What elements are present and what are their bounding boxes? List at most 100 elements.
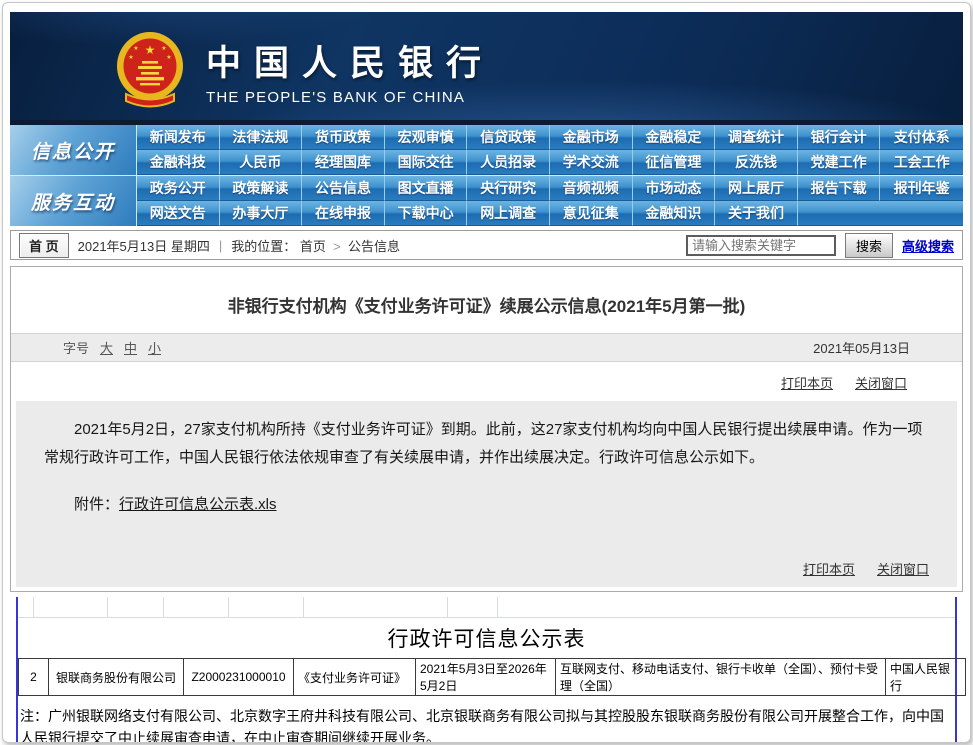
site-banner: ★ ★ ★ ★ ★ 中国人民银行 THE PEOPLE'S BANK OF CH…	[10, 12, 963, 120]
nav-label-info-disclosure[interactable]: 信息公开	[10, 125, 137, 175]
nav-item[interactable]: 政策解读	[220, 176, 303, 201]
nav-item[interactable]: 政务公开	[137, 176, 220, 201]
grid-cell	[229, 597, 304, 617]
spreadsheet-header-row	[18, 597, 955, 618]
nav-item[interactable]: 报刊年鉴	[880, 176, 963, 201]
article-paragraph: 2021年5月2日，27家支付机构所持《支付业务许可证》到期。此前，这27家支付…	[44, 416, 929, 472]
nav-item[interactable]: 关于我们	[715, 201, 798, 226]
nav-item[interactable]: 央行研究	[467, 176, 550, 201]
site-title-en: THE PEOPLE'S BANK OF CHINA	[206, 89, 494, 106]
article-panel: 非银行支付机构《支付业务许可证》续展公示信息(2021年5月第一批) 字号 大 …	[10, 266, 963, 592]
table-row: 2 银联商务股份有限公司 Z2000231000010 《支付业务许可证》 20…	[19, 659, 966, 696]
nav-item[interactable]: 支付体系	[880, 125, 963, 150]
nav-item[interactable]: 金融科技	[137, 150, 220, 175]
grid-cell	[448, 597, 498, 617]
pbc-emblem-icon: ★ ★ ★ ★ ★	[114, 30, 186, 110]
nav-item[interactable]: 公告信息	[302, 176, 385, 201]
grid-cell	[304, 597, 448, 617]
nav-section-info: 信息公开 新闻发布法律法规货币政策宏观审慎信贷政策金融市场金融稳定调查统计银行会…	[10, 125, 963, 175]
nav-item[interactable]: 市场动态	[633, 176, 716, 201]
nav-item[interactable]: 办事大厅	[220, 201, 303, 226]
nav-item[interactable]: 金融知识	[633, 201, 716, 226]
nav-grid-info: 新闻发布法律法规货币政策宏观审慎信贷政策金融市场金融稳定调查统计银行会计支付体系…	[137, 125, 963, 175]
nav-item[interactable]: 人民币	[220, 150, 303, 175]
cell-company: 银联商务股份有限公司	[49, 659, 184, 696]
spreadsheet-preview: 行政许可信息公示表 2 银联商务股份有限公司 Z2000231000010 《支…	[16, 597, 957, 743]
nav-item[interactable]: 网送文告	[137, 201, 220, 226]
nav-section-service: 服务互动 政务公开政策解读公告信息图文直播央行研究音频视频市场动态网上展厅报告下…	[10, 175, 963, 226]
nav-item[interactable]: 网上展厅	[715, 176, 798, 201]
print-page-link-bottom[interactable]: 打印本页	[803, 559, 855, 578]
nav-item[interactable]: 图文直播	[385, 176, 468, 201]
nav-item[interactable]: 工会工作	[880, 150, 963, 175]
nav-item[interactable]: 法律法规	[220, 125, 303, 150]
svg-text:★: ★	[145, 43, 156, 57]
nav-item[interactable]: 征信管理	[633, 150, 716, 175]
home-button[interactable]: 首 页	[19, 233, 69, 258]
nav-item[interactable]: 意见征集	[550, 201, 633, 226]
cell-cert-name: 《支付业务许可证》	[294, 659, 416, 696]
nav-item[interactable]: 货币政策	[302, 125, 385, 150]
nav-cell-empty	[798, 201, 881, 226]
nav-label-service-interaction[interactable]: 服务互动	[10, 176, 137, 226]
nav-item[interactable]: 下载中心	[385, 201, 468, 226]
site-title-cn: 中国人民银行	[206, 35, 494, 86]
article-date: 2021年05月13日	[813, 338, 910, 357]
close-window-link[interactable]: 关闭窗口	[855, 373, 907, 392]
nav-item[interactable]: 人员招录	[467, 150, 550, 175]
cell-issuer: 中国人民银行	[886, 659, 966, 696]
font-size-bar: 字号 大 中 小 2021年05月13日	[11, 333, 962, 362]
location-label: 我的位置：	[231, 239, 296, 254]
breadcrumb-arrow: >	[333, 239, 341, 254]
nav-item[interactable]: 音频视频	[550, 176, 633, 201]
font-size-large-link[interactable]: 大	[100, 338, 113, 357]
nav-item[interactable]: 学术交流	[550, 150, 633, 175]
search-area: 搜索 高级搜索	[686, 233, 954, 258]
breadcrumb-home-link[interactable]: 首页	[300, 239, 326, 254]
breadcrumb-divider: |	[219, 238, 222, 253]
cell-license-no: Z2000231000010	[184, 659, 294, 696]
print-close-row-top: 打印本页 关闭窗口	[11, 362, 962, 401]
nav-item[interactable]: 国际交往	[385, 150, 468, 175]
font-size-medium-link[interactable]: 中	[124, 338, 137, 357]
attachment-line: 附件：行政许可信息公示表.xls	[44, 493, 929, 514]
svg-text:★: ★	[128, 54, 133, 61]
cell-validity: 2021年5月3日至2026年5月2日	[416, 659, 556, 696]
svg-text:★: ★	[133, 45, 138, 52]
font-size-small-link[interactable]: 小	[148, 338, 161, 357]
nav-item[interactable]: 金融稳定	[633, 125, 716, 150]
nav-item[interactable]: 银行会计	[798, 125, 881, 150]
nav-item[interactable]: 信贷政策	[467, 125, 550, 150]
nav-item[interactable]: 网上调查	[467, 201, 550, 226]
print-close-row-bottom: 打印本页 关闭窗口	[803, 559, 929, 578]
nav-item[interactable]: 新闻发布	[137, 125, 220, 150]
advanced-search-link[interactable]: 高级搜索	[902, 236, 954, 255]
attachment-link[interactable]: 行政许可信息公示表.xls	[119, 496, 277, 513]
close-window-link-bottom[interactable]: 关闭窗口	[877, 559, 929, 578]
nav-item[interactable]: 金融市场	[550, 125, 633, 150]
cell-services: 互联网支付、移动电话支付、银行卡收单（全国）、预付卡受理（全国）	[556, 659, 886, 696]
article-body: 2021年5月2日，27家支付机构所持《支付业务许可证》到期。此前，这27家支付…	[16, 401, 957, 587]
nav-cell-empty	[880, 201, 963, 226]
grid-cell	[164, 597, 229, 617]
nav-item[interactable]: 经理国库	[302, 150, 385, 175]
attachment-label: 附件：	[74, 496, 119, 513]
breadcrumb-bar: 首 页 2021年5月13日 星期四 | 我的位置： 首页 > 公告信息 搜索 …	[10, 230, 963, 260]
main-nav: 信息公开 新闻发布法律法规货币政策宏观审慎信贷政策金融市场金融稳定调查统计银行会…	[10, 120, 963, 226]
nav-item[interactable]: 反洗钱	[715, 150, 798, 175]
search-button[interactable]: 搜索	[845, 233, 893, 258]
print-page-link[interactable]: 打印本页	[781, 373, 833, 392]
nav-item[interactable]: 宏观审慎	[385, 125, 468, 150]
license-table: 2 银联商务股份有限公司 Z2000231000010 《支付业务许可证》 20…	[18, 658, 966, 696]
search-input[interactable]	[686, 235, 836, 256]
nav-item[interactable]: 报告下载	[798, 176, 881, 201]
license-table-title: 行政许可信息公示表	[18, 618, 955, 656]
cell-index: 2	[19, 659, 49, 696]
nav-item[interactable]: 在线申报	[302, 201, 385, 226]
breadcrumb: 我的位置： 首页 > 公告信息	[231, 236, 400, 255]
nav-item[interactable]: 党建工作	[798, 150, 881, 175]
table-note: 注：广州银联网络支付有限公司、北京数字王府井科技有限公司、北京银联商务有限公司拟…	[18, 696, 955, 743]
grid-cell	[498, 597, 955, 617]
breadcrumb-current-link[interactable]: 公告信息	[348, 239, 400, 254]
nav-item[interactable]: 调查统计	[715, 125, 798, 150]
